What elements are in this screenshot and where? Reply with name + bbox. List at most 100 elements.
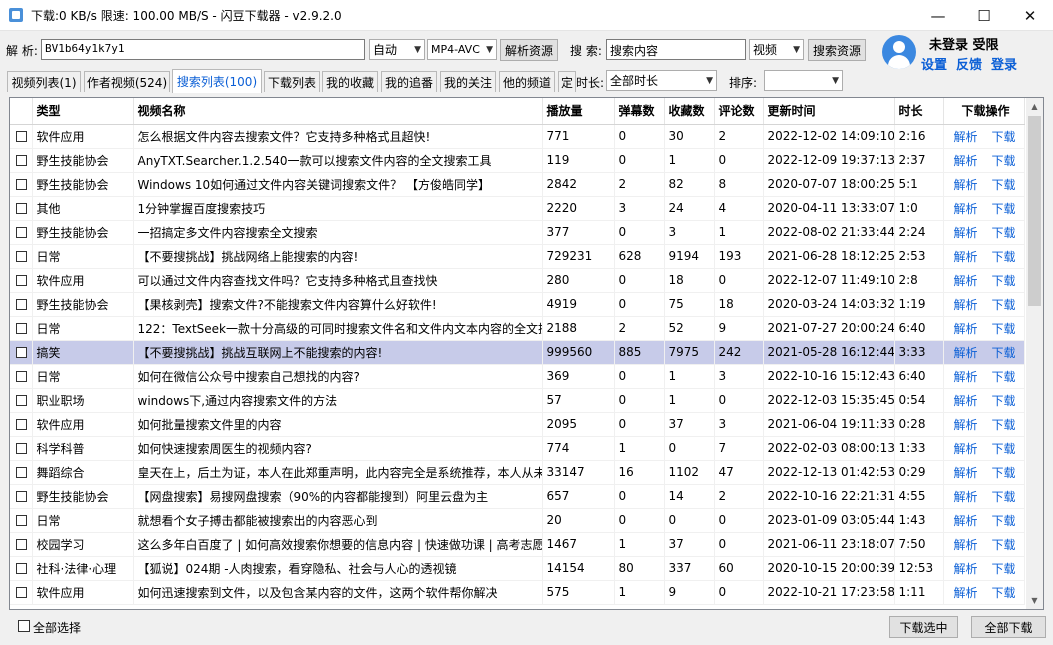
table-row[interactable]: 日常 就想看个女子搏击都能被搜索出的内容恶心到 20 0 0 0 2023-01-09 03… (10, 508, 1025, 533)
table-row[interactable]: 野生技能协会 【果核剥壳】搜索文件?不能搜索文件内容算什么好软件! 4919 0 75 1… (10, 292, 1025, 317)
search-type-select[interactable]: 视频 ▼ (749, 39, 804, 60)
row-checkbox[interactable] (16, 419, 27, 430)
row-checkbox[interactable] (16, 179, 27, 190)
tab-download-list[interactable]: 下载列表 (264, 71, 320, 92)
search-button[interactable]: 搜索资源 (808, 39, 866, 61)
duration-select[interactable]: 全部时长 ▼ (606, 70, 717, 91)
parse-link[interactable]: 解析 (954, 274, 978, 288)
tab-my-favorites[interactable]: 我的收藏 (322, 71, 378, 92)
tab-search-list[interactable]: 搜索列表(100) (172, 69, 262, 93)
table-row[interactable]: 社科·法律·心理 【狐说】024期 -人肉搜索，看穿隐私、社会与人心的透视镜 141… (10, 556, 1025, 581)
table-row[interactable]: 野生技能协会 【网盘搜索】易搜网盘搜索（90%的内容都能搜到）阿里云盘为主 657 0… (10, 484, 1025, 509)
header-update-time[interactable]: 更新时间 (763, 98, 895, 125)
row-checkbox[interactable] (16, 563, 27, 574)
download-link[interactable]: 下载 (992, 322, 1016, 336)
tab-my-bangumi[interactable]: 我的追番 (381, 71, 437, 92)
table-row[interactable]: 软件应用 如何迅速搜索到文件，以及包含某内容的文件，这两个软件帮你解决 575 1 9 0… (10, 580, 1025, 605)
row-checkbox[interactable] (16, 227, 27, 238)
parse-button[interactable]: 解析资源 (500, 39, 558, 61)
row-checkbox[interactable] (16, 467, 27, 478)
row-checkbox[interactable] (16, 275, 27, 286)
row-checkbox[interactable] (16, 155, 27, 166)
table-row[interactable]: 日常 122：TextSeek一款十分高级的可同时搜索文件名和文件内文本内容的全文… (10, 316, 1025, 341)
tab-author-videos[interactable]: 作者视频(524) (84, 71, 170, 92)
table-row[interactable]: 科学科普 如何快速搜索周医生的视频内容? 774 1 0 7 2022-02-03 08:0… (10, 436, 1025, 461)
download-link[interactable]: 下载 (992, 442, 1016, 456)
download-link[interactable]: 下载 (992, 370, 1016, 384)
row-checkbox[interactable] (16, 299, 27, 310)
download-link[interactable]: 下载 (992, 178, 1016, 192)
row-checkbox[interactable] (16, 395, 27, 406)
table-row[interactable]: 其他 1分钟掌握百度搜索技巧 2220 3 24 4 2020-04-11 13:33:07… (10, 196, 1025, 221)
download-link[interactable]: 下载 (992, 490, 1016, 504)
tab-video-list[interactable]: 视频列表(1) (7, 71, 81, 92)
parse-link[interactable]: 解析 (954, 538, 978, 552)
row-checkbox[interactable] (16, 251, 27, 262)
chevron-up-icon[interactable]: ▲ (1026, 98, 1043, 115)
row-checkbox[interactable] (16, 491, 27, 502)
download-link[interactable]: 下载 (992, 346, 1016, 360)
header-comments[interactable]: 评论数 (714, 98, 764, 125)
row-checkbox[interactable] (16, 323, 27, 334)
table-row[interactable]: 搞笑 【不要搜挑战】挑战互联网上不能搜索的内容! 999560 885 7975 242 2… (10, 340, 1025, 365)
header-title[interactable]: 视频名称 (133, 98, 543, 125)
settings-link[interactable]: 设置 (921, 54, 947, 73)
select-all-checkbox[interactable] (18, 620, 30, 632)
feedback-link[interactable]: 反馈 (956, 54, 982, 73)
parse-link[interactable]: 解析 (954, 178, 978, 192)
table-row[interactable]: 软件应用 可以通过文件内容查找文件吗？它支持多种格式且查找快 280 0 18 0 2022… (10, 268, 1025, 293)
table-row[interactable]: 职业职场 windows下,通过内容搜索文件的方法 57 0 1 0 2022-12-03 … (10, 388, 1025, 413)
table-row[interactable]: 舞蹈综合 皇天在上，后土为证，本人在此郑重声明，此内容完全是系统推荐，本人从未 33… (10, 460, 1025, 485)
login-link[interactable]: 登录 (991, 54, 1017, 73)
parse-link[interactable]: 解析 (954, 586, 978, 600)
table-row[interactable]: 野生技能协会 AnyTXT.Searcher.1.2.540一款可以搜索文件内容的… (10, 148, 1025, 173)
row-checkbox[interactable] (16, 347, 27, 358)
scrollbar-thumb[interactable] (1028, 116, 1041, 306)
download-link[interactable]: 下载 (992, 586, 1016, 600)
parse-link[interactable]: 解析 (954, 226, 978, 240)
parse-link[interactable]: 解析 (954, 370, 978, 384)
title-bar[interactable]: 下载:0 KB/s 限速: 100.00 MB/S - 闪豆下载器 - v2.9… (0, 0, 1053, 31)
chevron-down-icon[interactable]: ▼ (1026, 592, 1043, 609)
vertical-scrollbar[interactable]: ▲ ▼ (1026, 98, 1043, 609)
table-row[interactable]: 软件应用 怎么根据文件内容去搜索文件？它支持多种格式且超快! 771 0 30 2 2022… (10, 124, 1025, 149)
close-button[interactable]: ✕ (1007, 0, 1053, 31)
minimize-button[interactable]: — (915, 0, 961, 31)
tab-his-channel[interactable]: 他的频道 (499, 71, 555, 92)
search-results-table[interactable]: 类型 视频名称 播放量 弹幕数 收藏数 评论数 更新时间 时长 下载操作 软件应… (9, 97, 1044, 610)
table-row[interactable]: 软件应用 如何批量搜索文件里的内容 2095 0 37 3 2021-06-04 19:11… (10, 412, 1025, 437)
download-link[interactable]: 下载 (992, 466, 1016, 480)
parse-link[interactable]: 解析 (954, 154, 978, 168)
row-checkbox[interactable] (16, 515, 27, 526)
parse-link[interactable]: 解析 (954, 394, 978, 408)
parse-link[interactable]: 解析 (954, 346, 978, 360)
row-checkbox[interactable] (16, 203, 27, 214)
table-row[interactable]: 日常 【不要搜挑战】挑战网络上能搜索的内容! 729231 628 9194 193 202… (10, 244, 1025, 269)
table-row[interactable]: 野生技能协会 Windows 10如何通过文件内容关键词搜索文件？ 【方俊皓同学】… (10, 172, 1025, 197)
download-link[interactable]: 下载 (992, 418, 1016, 432)
parse-mode-select[interactable]: 自动 ▼ (369, 39, 425, 60)
parse-link[interactable]: 解析 (954, 202, 978, 216)
parse-link[interactable]: 解析 (954, 562, 978, 576)
table-row[interactable]: 校园学习 这么多年白百度了 | 如何高效搜索你想要的信息内容 | 快速做功课 | … (10, 532, 1025, 557)
download-selected-button[interactable]: 下载选中 (889, 616, 958, 638)
parse-link[interactable]: 解析 (954, 514, 978, 528)
download-link[interactable]: 下载 (992, 226, 1016, 240)
download-link[interactable]: 下载 (992, 394, 1016, 408)
row-checkbox[interactable] (16, 539, 27, 550)
header-favorites[interactable]: 收藏数 (664, 98, 715, 125)
header-actions[interactable]: 下载操作 (943, 98, 1025, 125)
maximize-button[interactable]: ☐ (961, 0, 1007, 31)
header-views[interactable]: 播放量 (542, 98, 615, 125)
search-input[interactable]: 搜索内容 (606, 39, 746, 60)
download-all-button[interactable]: 全部下载 (971, 616, 1046, 638)
download-link[interactable]: 下载 (992, 538, 1016, 552)
download-link[interactable]: 下载 (992, 130, 1016, 144)
parse-link[interactable]: 解析 (954, 322, 978, 336)
parse-link[interactable]: 解析 (954, 250, 978, 264)
header-danmaku[interactable]: 弹幕数 (614, 98, 665, 125)
download-link[interactable]: 下载 (992, 562, 1016, 576)
user-avatar-icon[interactable] (882, 35, 916, 69)
download-link[interactable]: 下载 (992, 274, 1016, 288)
download-link[interactable]: 下载 (992, 298, 1016, 312)
